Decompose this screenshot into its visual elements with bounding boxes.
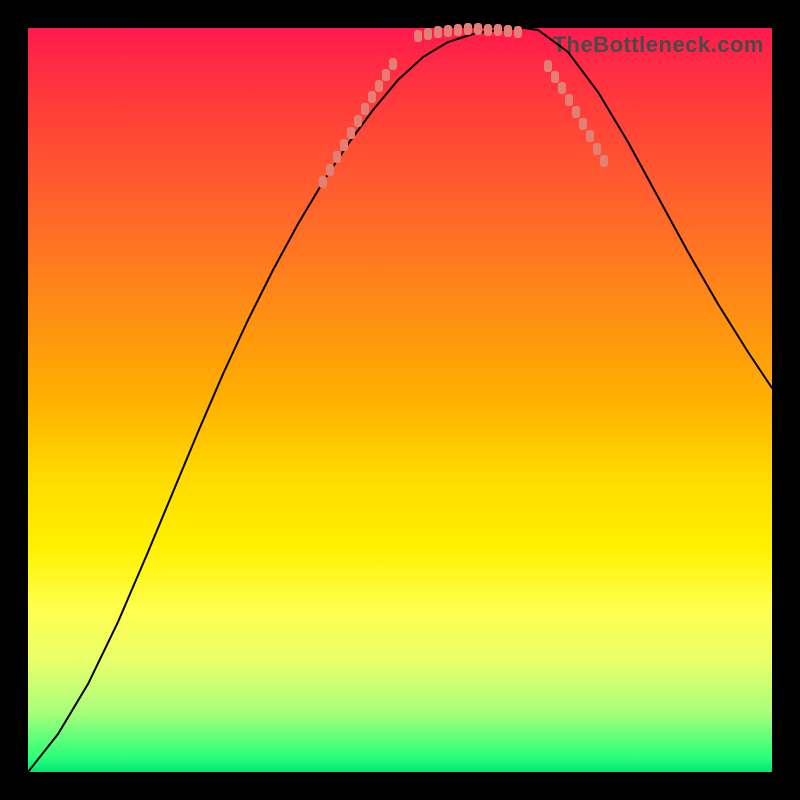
marker-dot bbox=[434, 26, 442, 38]
marker-dot bbox=[340, 139, 348, 151]
marker-dot bbox=[544, 60, 552, 72]
marker-band-right bbox=[544, 60, 608, 167]
marker-dot bbox=[326, 164, 334, 176]
marker-dot bbox=[368, 91, 376, 103]
marker-dot bbox=[354, 115, 362, 127]
marker-dot bbox=[347, 127, 355, 139]
chart-frame: TheBottleneck.com bbox=[0, 0, 800, 800]
plot-area: TheBottleneck.com bbox=[28, 28, 772, 772]
marker-dot bbox=[565, 94, 573, 106]
marker-dot bbox=[382, 69, 390, 81]
marker-dot bbox=[504, 25, 512, 37]
marker-dot bbox=[444, 25, 452, 37]
marker-dot bbox=[454, 24, 462, 36]
marker-dot bbox=[424, 28, 432, 40]
marker-dot bbox=[484, 24, 492, 36]
marker-dot bbox=[474, 23, 482, 35]
curve-svg bbox=[28, 28, 772, 772]
marker-band-left bbox=[319, 58, 397, 188]
marker-dot bbox=[586, 130, 594, 142]
marker-dot bbox=[319, 176, 327, 188]
marker-dot bbox=[572, 106, 580, 118]
marker-dot bbox=[579, 118, 587, 130]
marker-dot bbox=[361, 103, 369, 115]
marker-band-bottom bbox=[414, 23, 522, 42]
marker-dot bbox=[464, 23, 472, 35]
marker-dot bbox=[333, 151, 341, 163]
bottleneck-curve bbox=[28, 28, 772, 772]
marker-dot bbox=[414, 30, 422, 42]
marker-dot bbox=[389, 58, 397, 70]
marker-dot bbox=[600, 155, 608, 167]
marker-dot bbox=[593, 143, 601, 155]
marker-dot bbox=[551, 71, 559, 83]
marker-dot bbox=[558, 82, 566, 94]
marker-dot bbox=[375, 80, 383, 92]
marker-dot bbox=[514, 26, 522, 38]
marker-dot bbox=[494, 24, 502, 36]
